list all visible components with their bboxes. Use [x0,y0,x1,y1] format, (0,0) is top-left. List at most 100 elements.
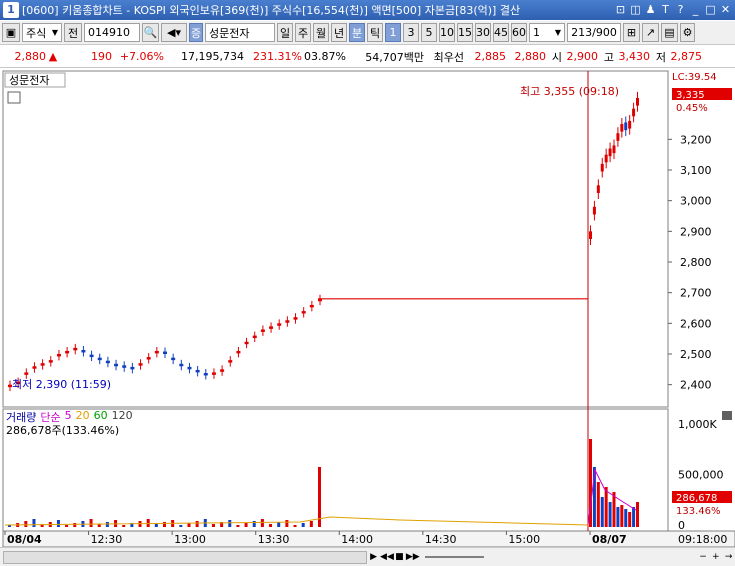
candle [130,366,135,370]
price-tick-label: 3,000 [680,195,712,208]
minute-60[interactable]: 60 [511,23,527,42]
candle [589,231,592,239]
minute-3[interactable]: 3 [403,23,419,42]
volume-bar [596,482,600,527]
volume-current-text: 286,678 [676,493,717,504]
play-icon[interactable]: ▶ [367,551,380,564]
code-input[interactable]: 014910 [84,23,140,42]
save-icon[interactable]: ▤ [661,23,678,42]
candle [97,357,102,361]
candle [600,163,604,172]
candle [616,133,620,141]
volume-bar [179,525,183,527]
stock-label: 성문전자 [9,74,49,87]
volume-bar [260,519,264,527]
person-icon[interactable]: ♟ [644,3,657,17]
help-icon[interactable]: ? [674,3,687,17]
zoom-out-icon[interactable]: − [697,551,710,564]
text-icon[interactable]: T [659,3,672,17]
volume-bar [600,497,604,527]
price-chart[interactable]: 3,200 3,100 3,000 2,900 2,800 2,700 2,600 2,500… [0,70,735,548]
price-tick-label: 3,200 [680,133,712,146]
restore-icon[interactable]: ◫ [629,3,642,17]
volume-bar [65,525,69,527]
candle [105,360,110,364]
candle [81,350,86,353]
scroll-track[interactable] [3,550,368,564]
chevron-down-icon: ▼ [51,28,58,37]
chart-area[interactable]: 3,200 3,100 3,000 2,900 2,800 2,700 2,600 2,500… [0,70,735,566]
zoom-in-icon[interactable]: + [709,551,722,564]
rewind-icon[interactable]: ◀◀ [380,551,394,564]
stock-name-field[interactable]: 성문전자 [205,23,275,42]
candle [608,148,612,157]
candle [604,154,608,163]
trade-amount: 54,707백만 [365,50,424,64]
prev-button[interactable]: 전 [64,23,82,42]
minute-5[interactable]: 5 [421,23,437,42]
time-readout: 09:18:00 [678,533,727,546]
minute-1[interactable]: 1 [385,23,401,42]
candle [269,326,274,329]
market-select[interactable]: 주식 ▼ [22,23,62,42]
volume-bar [301,523,305,527]
candle [632,108,636,117]
high-price: 3,430 [618,50,651,63]
period-minute[interactable]: 분 [349,23,365,42]
candle [203,373,208,376]
interval-select[interactable]: 1 ▼ [529,23,565,42]
collapse-icon[interactable] [722,411,732,420]
minute-45[interactable]: 45 [493,23,509,42]
period-month[interactable]: 월 [313,23,329,42]
low-annotation: 최저 2,390 (11:59) [12,378,111,391]
speed-slider[interactable] [424,556,484,558]
candle [244,341,249,345]
quote-bar: 2,880 ▲ 190 +7.06% 17,195,734 231.31% 03… [0,46,735,68]
close-icon[interactable]: ✕ [719,3,732,17]
volume-bar [228,520,232,527]
change-percent: +7.06% [119,50,164,63]
gear-icon[interactable]: ⚙ [680,23,695,42]
stop-icon[interactable]: ■ [393,551,406,564]
period-year[interactable]: 년 [331,23,347,42]
candle [89,354,94,358]
maximize-icon[interactable]: □ [704,3,717,17]
candle [596,185,600,193]
candle [48,360,53,363]
volume-bar [146,519,150,527]
crosshair-icon[interactable]: ⊞ [623,23,640,42]
volume-bar [244,523,248,527]
candle [179,363,184,367]
volume-bar [236,525,240,527]
calendar-icon[interactable] [7,91,21,104]
forward-icon[interactable]: ▶▶ [406,551,420,564]
scroll-bar[interactable]: ▶ ◀◀ ■ ▶▶ − + → [0,547,735,566]
volume-bar [616,507,620,527]
period-day[interactable]: 일 [277,23,293,42]
minute-10[interactable]: 10 [439,23,455,42]
speaker-icon[interactable]: ◀▾ [161,23,187,42]
volume-bar [56,520,60,527]
count-field[interactable]: 213/900 [567,23,621,42]
candle [277,323,282,326]
title-bar: 1 [0600] 키움종합차트 - KOSPI 외국인보유[369(천)] 주식… [0,0,735,20]
arrow-right-icon[interactable]: → [722,551,735,564]
volume-bar [24,521,28,527]
search-icon[interactable]: 🔍 [142,23,159,42]
lc-percent: 0.45% [676,103,708,114]
window-number: 1 [3,2,19,18]
volume-bar [632,507,636,527]
menu-icon[interactable]: ▣ [2,23,20,42]
volume-bar [195,521,199,527]
minute-15[interactable]: 15 [457,23,473,42]
link-icon[interactable]: ⊡ [614,3,627,17]
minimize-icon[interactable]: _ [689,3,702,17]
period-tick[interactable]: 틱 [367,23,383,42]
price-tick-label: 2,700 [680,287,712,300]
minute-30[interactable]: 30 [475,23,491,42]
price-tick-label: 2,500 [680,348,712,361]
trend-icon[interactable]: ↗ [642,23,659,42]
period-week[interactable]: 주 [295,23,311,42]
price-tick-label: 2,400 [680,379,712,392]
time-tick-label: 14:00 [341,533,373,546]
